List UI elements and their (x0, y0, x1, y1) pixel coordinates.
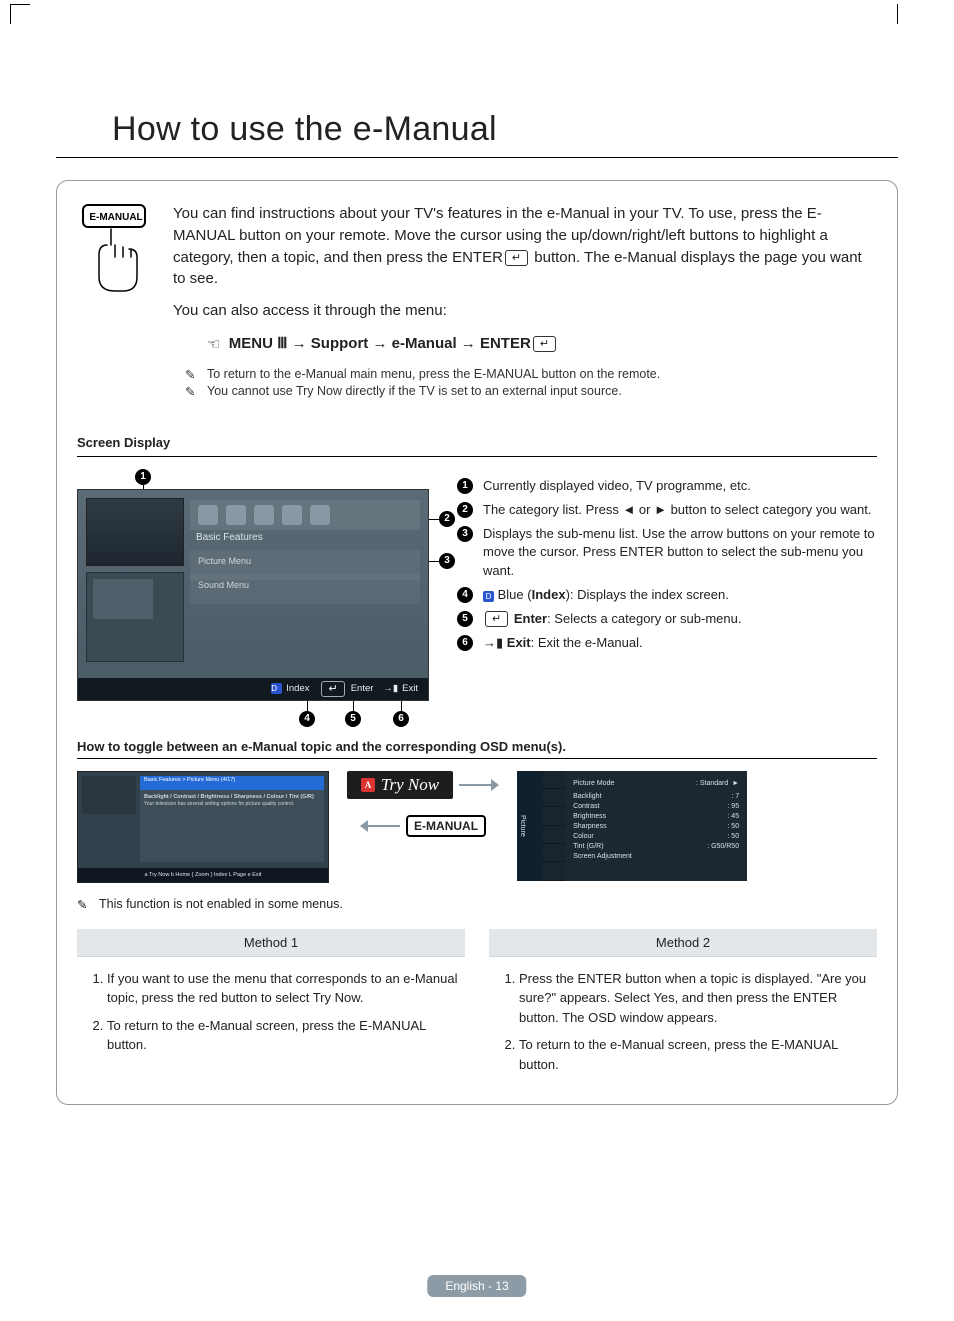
enter-icon: ↵ (485, 611, 508, 627)
enter-icon: ↵ (505, 250, 528, 266)
pencil-icon: ✎ (77, 897, 93, 911)
emanual-key-label: E-MANUAL (89, 212, 142, 223)
methods-block: Method 1 If you want to use the menu tha… (77, 929, 877, 1083)
method-step: To return to the e-Manual screen, press … (107, 1016, 465, 1055)
callout-2: 2 (439, 511, 455, 527)
crop-mark (10, 4, 30, 5)
category-bar (190, 500, 420, 530)
pencil-icon: ✎ (185, 384, 201, 398)
toggle-heading: How to toggle between an e-Manual topic … (77, 739, 877, 754)
osd-menu-screenshot: Picture Picture Mode: Standard ► Backlig… (517, 771, 747, 881)
method-step: To return to the e-Manual screen, press … (519, 1035, 877, 1074)
hand-point-icon: ☜ (207, 335, 220, 353)
crop-mark (10, 4, 11, 24)
exit-icon: →▮ (383, 683, 398, 694)
category-label: Basic Features (196, 532, 263, 543)
submenu-item: Sound Menu (190, 574, 420, 604)
tv-screenshot: 1 2 3 Basic Features Picture Menu Sound … (77, 489, 427, 701)
method-2: Method 2 Press the ENTER button when a t… (489, 929, 877, 1083)
osd-values: Picture Mode: Standard ► Backlight: 7 Co… (565, 771, 747, 881)
callout-1: 1 (135, 469, 151, 485)
method-2-header: Method 2 (489, 929, 877, 957)
toggle-note: ✎ This function is not enabled in some m… (77, 897, 877, 911)
menu-path: ☜ MENU Ⅲ → Support → e-Manual → ENTER↵ (207, 334, 877, 353)
arrow-left-icon (360, 819, 400, 833)
callout-6: 6 (393, 711, 409, 727)
intro-text: You can find instructions about your TV'… (173, 203, 877, 401)
method-step: Press the ENTER button when a topic is d… (519, 969, 877, 1028)
toggle-arrows: ATry Now E-MANUAL (347, 771, 499, 837)
video-preview (86, 498, 184, 566)
title-rule (56, 157, 898, 158)
try-now-button: ATry Now (347, 771, 453, 799)
content-frame: E-MANUAL You can find instructions about… (56, 180, 898, 1105)
footer-bar: DIndex ↵Enter →▮Exit (78, 678, 428, 700)
callout-4: 4 (299, 711, 315, 727)
rule (77, 456, 877, 457)
pencil-icon: ✎ (185, 367, 201, 381)
method-1: Method 1 If you want to use the menu tha… (77, 929, 465, 1083)
emanual-main-screen: Basic Features Picture Menu Sound Menu D… (77, 489, 429, 701)
crop-mark (897, 4, 898, 24)
thumbnail-stack (86, 572, 184, 662)
remote-hand-icon: E-MANUAL (77, 203, 155, 306)
emanual-button: E-MANUAL (406, 815, 486, 837)
exit-arrow-icon: →▮ (483, 635, 503, 650)
method-step: If you want to use the menu that corresp… (107, 969, 465, 1008)
callout-5: 5 (345, 711, 361, 727)
toggle-block: Basic Features > Picture Menu (4/17) Bac… (77, 771, 877, 883)
manual-page: How to use the e-Manual E-MANUAL You can… (0, 0, 954, 1321)
enter-icon: ↵ (533, 336, 556, 352)
screen-display-block: 1 2 3 Basic Features Picture Menu Sound … (77, 471, 877, 701)
page-title: How to use the e-Manual (112, 110, 898, 149)
callout-3: 3 (439, 553, 455, 569)
intro-notes: ✎To return to the e-Manual main menu, pr… (185, 367, 877, 398)
intro-section: E-MANUAL You can find instructions about… (77, 203, 877, 401)
page-footer: English - 13 (427, 1275, 526, 1297)
method-1-header: Method 1 (77, 929, 465, 957)
legend-list: 1Currently displayed video, TV programme… (457, 471, 877, 701)
rule (77, 758, 877, 759)
screen-display-heading: Screen Display (77, 435, 877, 450)
blue-d-key: D (271, 683, 282, 694)
arrow-right-icon (459, 778, 499, 792)
enter-icon: ↵ (321, 681, 344, 697)
emanual-topic-screenshot: Basic Features > Picture Menu (4/17) Bac… (77, 771, 329, 883)
